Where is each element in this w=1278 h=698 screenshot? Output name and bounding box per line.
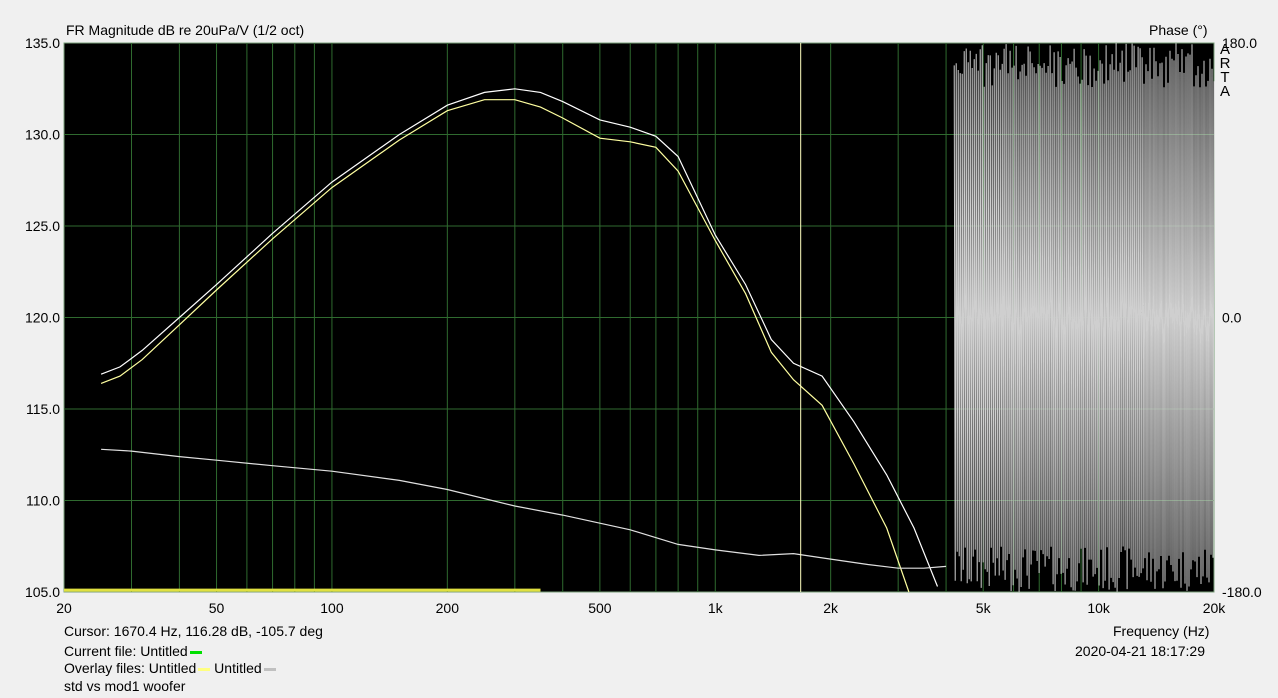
y-tick-label: 115.0 (26, 401, 60, 417)
x-tick-label: 200 (436, 600, 460, 616)
x-tick-label: 20 (56, 600, 72, 616)
current-file-label: Current file: Untitled (64, 643, 188, 659)
x-tick-label: 5k (976, 600, 992, 616)
y-tick-label: 125.0 (25, 218, 60, 234)
overlay-swatch-2 (263, 667, 276, 671)
y-tick-label: 120.0 (25, 310, 60, 326)
current-file-swatch (189, 650, 202, 654)
watermark-letter: A (1219, 83, 1230, 100)
datetime: 2020-04-21 18:17:29 (1075, 643, 1205, 659)
description: std vs mod1 woofer (64, 678, 186, 694)
overlay-file-2: Untitled (214, 660, 262, 676)
x-tick-label: 1k (708, 600, 724, 616)
overlay-files: Overlay files: Untitled Untitled (64, 660, 276, 676)
phase-axis-title: Phase (°) (1149, 22, 1208, 38)
x-tick-label: 2k (823, 600, 839, 616)
y-tick-label: 105.0 (25, 584, 60, 600)
x-axis-label: Frequency (Hz) (1113, 623, 1210, 639)
arta-watermark: A R T A (1219, 42, 1231, 100)
x-tick-label: 500 (588, 600, 612, 616)
x-tick-label: 10k (1087, 600, 1111, 616)
overlay-files-label: Overlay files: Untitled (64, 660, 197, 676)
chart-title: FR Magnitude dB re 20uPa/V (1/2 oct) (66, 22, 305, 38)
x-tick-label: 20k (1203, 600, 1227, 616)
x-tick-label: 50 (209, 600, 225, 616)
phase-tick-label: 0.0 (1222, 310, 1242, 326)
y-tick-label: 130.0 (25, 127, 60, 143)
phase-tick-label: -180.0 (1222, 584, 1262, 600)
x-tick-label: 100 (320, 600, 344, 616)
y-tick-label: 135.0 (25, 35, 60, 51)
overlay-swatch-1 (198, 667, 211, 671)
current-file: Current file: Untitled (64, 643, 202, 659)
y-tick-label: 110.0 (26, 493, 60, 509)
frequency-response-chart: 20 50 100 200 500 1k 2k 5k 10k 20k 105.0 110.0 115.0… (25, 35, 1262, 616)
cursor-readout: Cursor: 1670.4 Hz, 116.28 dB, -105.7 deg (64, 623, 323, 639)
